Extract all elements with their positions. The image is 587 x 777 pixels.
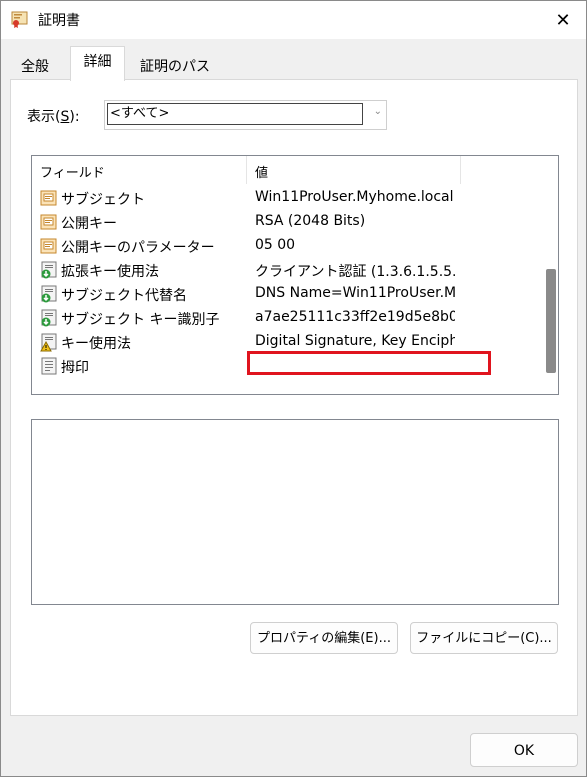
list-row[interactable]: サブジェクト代替名 DNS Name=Win11ProUser.M... [32, 282, 538, 306]
show-dropdown[interactable]: <すべて> ⌄ [104, 100, 387, 130]
cert-field-icon [40, 190, 57, 206]
row-field: 拇印 [61, 360, 89, 376]
highlight-box [247, 351, 491, 375]
vertical-scrollbar[interactable] [538, 156, 558, 394]
details-panel: 表示(S): <すべて> ⌄ フィールド 値 サブジェクト Win11ProUs… [10, 79, 578, 716]
copy-to-file-button[interactable]: ファイルにコピー(C)... [410, 622, 558, 654]
row-field: 公開キーのパラメーター [61, 240, 215, 256]
scrollbar-thumb[interactable] [546, 269, 556, 373]
row-field: 公開キー [61, 216, 117, 232]
row-value: Win11ProUser.Myhome.local [255, 189, 454, 205]
critical-extension-icon [40, 333, 57, 352]
chevron-down-icon: ⌄ [373, 106, 382, 117]
row-value: 05 00 [255, 237, 296, 253]
edit-properties-button[interactable]: プロパティの編集(E)... [250, 622, 398, 654]
row-field: サブジェクト [61, 192, 145, 208]
row-value: a7ae25111c33ff2e19d5e8b0fb... [255, 309, 455, 325]
row-value: DNS Name=Win11ProUser.M... [255, 285, 455, 301]
column-header-value[interactable]: 値 [255, 162, 268, 181]
row-field: サブジェクト代替名 [61, 288, 187, 304]
close-button[interactable]: ✕ [540, 1, 586, 39]
list-row[interactable]: サブジェクト キー識別子 a7ae25111c33ff2e19d5e8b0fb.… [32, 306, 538, 330]
cert-field-icon [40, 214, 57, 230]
column-separator [460, 156, 461, 184]
window-title: 証明書 [38, 13, 80, 29]
list-row[interactable]: 公開キー RSA (2048 Bits) [32, 210, 538, 234]
extension-icon [41, 309, 57, 327]
show-dropdown-value: <すべて> [107, 103, 363, 125]
close-icon: ✕ [555, 9, 571, 31]
thumbprint-icon [41, 357, 57, 375]
row-field: サブジェクト キー識別子 [61, 312, 220, 328]
title-bar: 証明書 ✕ [1, 1, 586, 39]
certificate-app-icon [11, 11, 28, 28]
certificate-window: 証明書 ✕ 全般 詳細 証明のパス 表示(S): <すべて> ⌄ フィールド 値 [0, 0, 587, 777]
ok-button[interactable]: OK [470, 733, 578, 767]
list-row[interactable]: サブジェクト Win11ProUser.Myhome.local [32, 186, 538, 210]
tab-certification-path[interactable]: 証明のパス [134, 53, 216, 81]
row-value: RSA (2048 Bits) [255, 213, 366, 229]
row-value: Digital Signature, Key Enciph... [255, 333, 455, 349]
value-detail-box[interactable] [31, 419, 559, 605]
field-list[interactable]: フィールド 値 サブジェクト Win11ProUser.Myhome.local… [31, 155, 559, 395]
extension-icon [41, 285, 57, 303]
row-value: クライアント認証 (1.3.6.1.5.5.7.3.2... [255, 264, 455, 280]
cert-field-icon [40, 238, 57, 254]
row-field: 拡張キー使用法 [61, 264, 159, 280]
tab-details[interactable]: 詳細 [70, 46, 125, 81]
extension-icon [41, 261, 57, 279]
list-row[interactable]: 公開キーのパラメーター 05 00 [32, 234, 538, 258]
tab-general[interactable]: 全般 [10, 53, 60, 81]
column-header-field[interactable]: フィールド [40, 162, 105, 181]
column-separator [246, 156, 247, 184]
list-header: フィールド 値 [32, 156, 538, 184]
show-label: 表示(S): [27, 109, 80, 125]
row-field: キー使用法 [61, 336, 131, 352]
list-row[interactable]: 拡張キー使用法 クライアント認証 (1.3.6.1.5.5.7.3.2... [32, 258, 538, 282]
